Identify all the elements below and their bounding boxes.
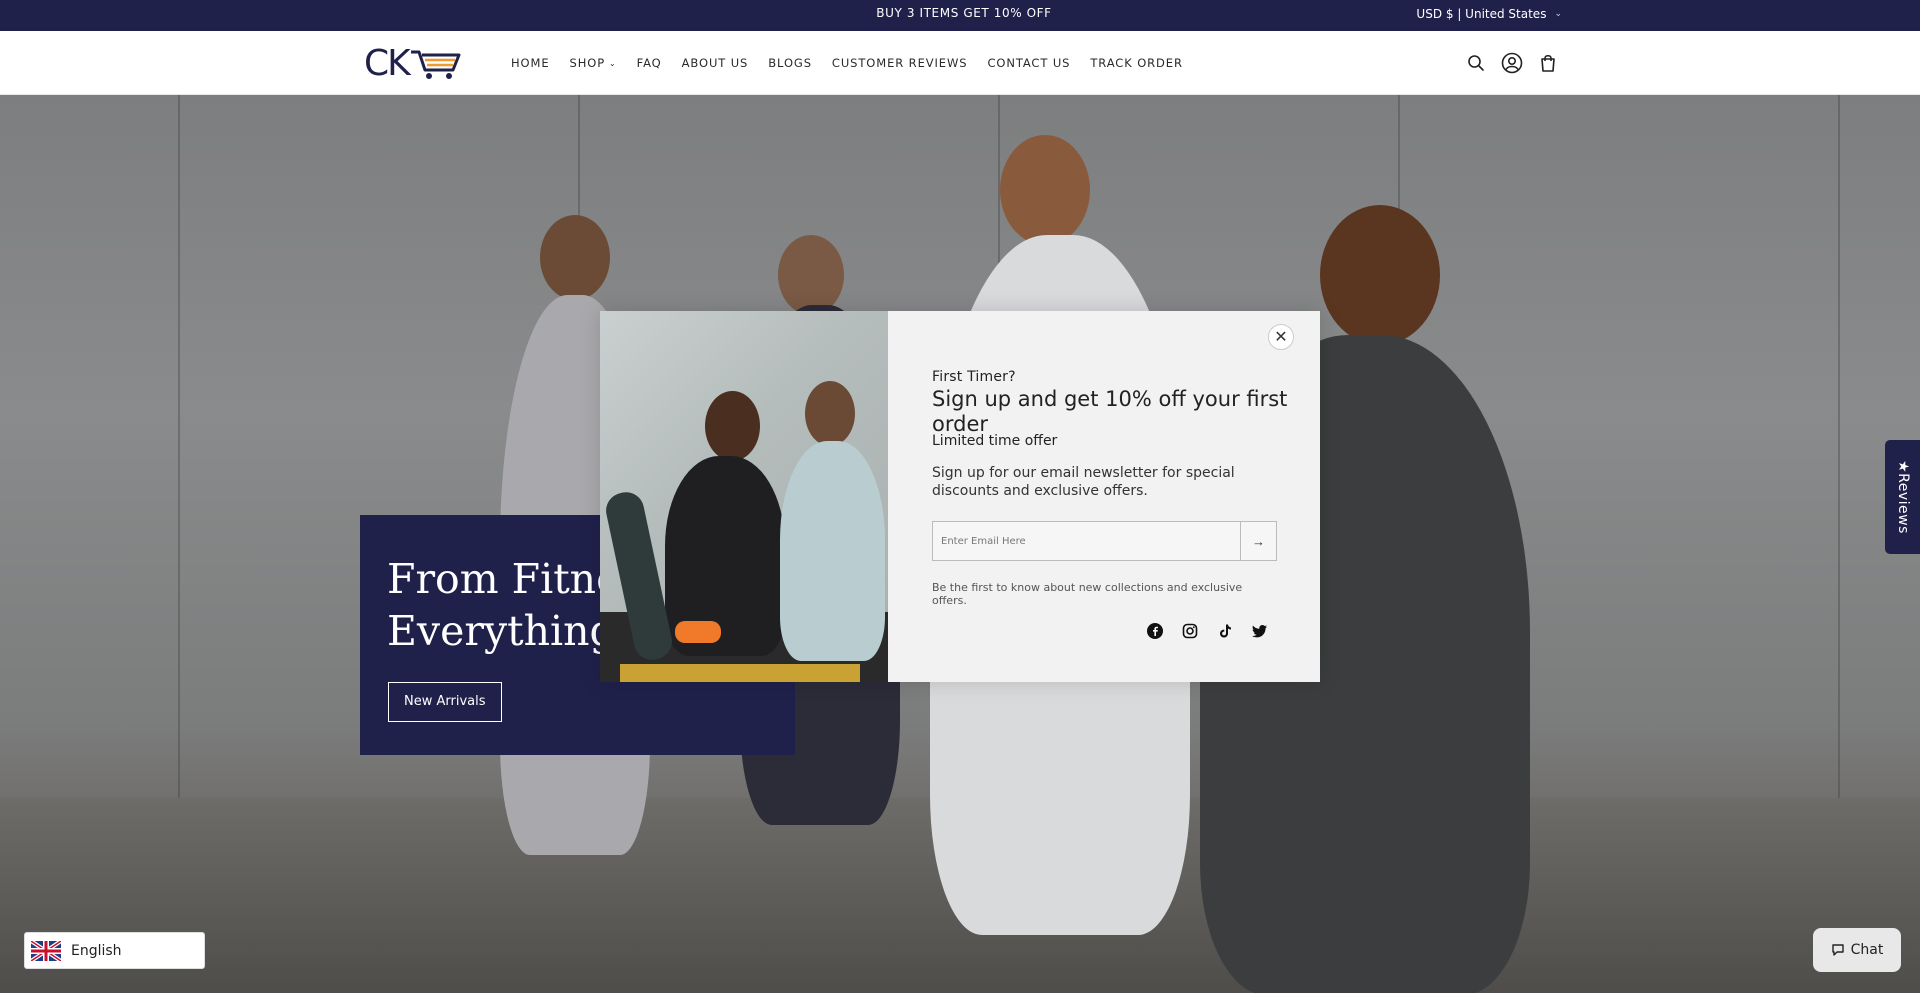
popup-image xyxy=(600,311,888,682)
newsletter-popup: ✕ First Timer? Sign up and get 10% off y… xyxy=(600,311,1320,682)
popup-limited-offer: Limited time offer xyxy=(932,433,1058,449)
uk-flag-icon xyxy=(31,940,61,961)
nav-track-order[interactable]: TRACK ORDER xyxy=(1090,56,1183,70)
popup-headline: Sign up and get 10% off your first order xyxy=(932,387,1288,436)
popup-description: Sign up for our email newsletter for spe… xyxy=(932,465,1235,499)
nav-track-order-label: TRACK ORDER xyxy=(1090,56,1183,70)
popup-image-head xyxy=(805,381,855,446)
language-selector[interactable]: English xyxy=(24,932,205,969)
popup-fine-print: Be the first to know about new collectio… xyxy=(932,581,1243,607)
account-icon[interactable] xyxy=(1500,51,1524,75)
logo-cart-icon xyxy=(410,50,461,79)
twitter-icon[interactable] xyxy=(1250,621,1270,641)
hero-person-head xyxy=(540,215,610,300)
reviews-tab-label: ★Reviews xyxy=(1894,460,1911,534)
announcement-text: BUY 3 ITEMS GET 10% OFF xyxy=(876,6,1052,20)
currency-label: USD $ | United States xyxy=(1416,7,1547,21)
nav-shop-label: SHOP xyxy=(569,56,606,70)
nav-customer-reviews[interactable]: CUSTOMER REVIEWS xyxy=(832,56,968,70)
main-nav: HOME SHOP ⌄ FAQ ABOUT US BLOGS CUSTOMER R… xyxy=(511,31,1183,95)
language-label: English xyxy=(71,942,122,959)
instagram-icon[interactable] xyxy=(1180,621,1200,641)
email-input[interactable] xyxy=(933,522,1240,560)
reviews-tab[interactable]: ★Reviews xyxy=(1885,440,1920,554)
logo-text: CK xyxy=(364,42,411,84)
header-icons xyxy=(1464,51,1560,75)
chat-label: Chat xyxy=(1850,942,1884,958)
nav-about-us-label: ABOUT US xyxy=(681,56,749,70)
nav-blogs[interactable]: BLOGS xyxy=(768,56,812,70)
nav-home-label: HOME xyxy=(511,56,550,70)
nav-blogs-label: BLOGS xyxy=(768,56,812,70)
facebook-icon[interactable] xyxy=(1145,621,1165,641)
nav-home[interactable]: HOME xyxy=(511,56,550,70)
nav-about-us[interactable]: ABOUT US xyxy=(682,56,749,70)
hero-wall xyxy=(0,95,180,798)
tiktok-icon[interactable] xyxy=(1215,621,1235,641)
cart-icon[interactable] xyxy=(1536,51,1560,75)
hero-person-head xyxy=(1320,205,1440,345)
chat-button[interactable]: Chat xyxy=(1813,928,1901,972)
nav-shop[interactable]: SHOP ⌄ xyxy=(570,56,617,70)
popup-image-head xyxy=(705,391,760,461)
chevron-down-icon: ⌄ xyxy=(1554,9,1562,19)
chevron-down-icon: ⌄ xyxy=(609,58,617,68)
close-popup-button[interactable]: ✕ xyxy=(1268,324,1294,350)
currency-selector[interactable]: USD $ | United States ⌄ xyxy=(1416,0,1562,28)
close-icon: ✕ xyxy=(1274,329,1288,346)
nav-faq[interactable]: FAQ xyxy=(637,56,662,70)
popup-image-mat xyxy=(620,664,860,682)
popup-image-shoe xyxy=(675,621,721,643)
nav-contact-us[interactable]: CONTACT US xyxy=(987,56,1070,70)
announcement-bar: BUY 3 ITEMS GET 10% OFF USD $ | United S… xyxy=(0,0,1920,31)
nav-contact-us-label: CONTACT US xyxy=(987,56,1071,70)
popup-eyebrow: First Timer? xyxy=(932,369,1016,385)
search-icon[interactable] xyxy=(1464,51,1488,75)
nav-faq-label: FAQ xyxy=(636,56,662,70)
email-submit-button[interactable]: → xyxy=(1240,522,1276,560)
arrow-right-icon: → xyxy=(1252,533,1265,549)
popup-content: ✕ First Timer? Sign up and get 10% off y… xyxy=(888,311,1320,682)
hero-person-head xyxy=(1000,135,1090,245)
social-links xyxy=(1145,621,1270,641)
popup-image-person xyxy=(780,441,885,661)
nav-customer-reviews-label: CUSTOMER REVIEWS xyxy=(831,56,968,70)
chat-bubble-icon xyxy=(1831,944,1844,956)
hero-person-head xyxy=(778,235,844,315)
site-logo[interactable]: CK xyxy=(364,42,469,84)
site-header: CK HOME SHOP ⌄ FAQ ABOUT US BLOGS CUSTOME… xyxy=(0,31,1920,95)
new-arrivals-button[interactable]: New Arrivals xyxy=(388,682,502,722)
email-form: → xyxy=(932,521,1277,561)
